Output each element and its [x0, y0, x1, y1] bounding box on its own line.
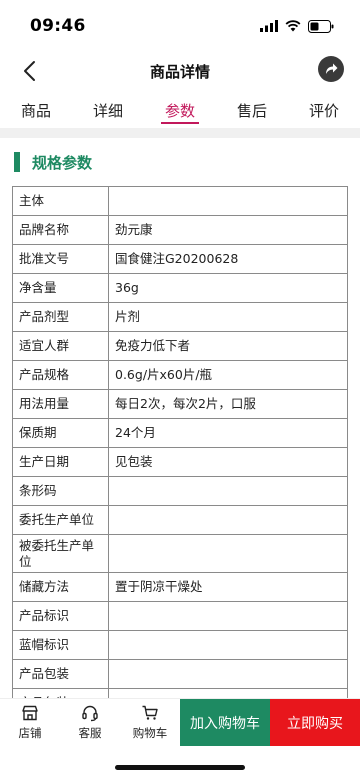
spec-value: 36g — [108, 273, 348, 303]
shopping-cart-icon — [142, 705, 158, 720]
tab-label: 详细 — [92, 102, 123, 120]
spec-value: 片剂 — [108, 302, 348, 332]
service-label: 客服 — [78, 726, 102, 740]
bottom-action-bar: 店铺 客服 购物车 加入购物车 立即购买 — [0, 698, 360, 746]
share-arrow-icon — [326, 63, 338, 74]
buy-now-button[interactable]: 立即购买 — [270, 699, 360, 746]
tab-specs[interactable]: 参数 — [144, 92, 216, 128]
spec-key: 主体 — [12, 186, 109, 216]
spec-card: 规格参数 主体 品牌名称 劲元康 批准文号 国食健注G20200628 净含量 36g 产品剂… — [0, 138, 360, 698]
store-button[interactable]: 店铺 — [0, 699, 60, 746]
cart-label: 购物车 — [132, 726, 168, 740]
spec-value: 24个月 — [108, 418, 348, 448]
tab-label: 售后 — [236, 102, 267, 120]
spec-value: 免疫力低下者 — [108, 331, 348, 361]
spec-key: 适宜人群 — [12, 331, 109, 361]
spec-row: 产品规格 0.6g/片x60片/瓶 — [12, 360, 348, 390]
spec-row: 生产日期 见包装 — [12, 447, 348, 477]
spec-key: 产品剂型 — [12, 302, 109, 332]
chevron-left-icon — [24, 61, 35, 81]
spec-row: 条形码 — [12, 476, 348, 506]
detail-tabs: 商品 详细 参数 售后 评价 — [0, 92, 360, 128]
status-time: 09:46 — [30, 16, 86, 36]
spec-key: 产品包装 — [12, 688, 109, 698]
tab-label: 商品 — [20, 102, 51, 120]
spec-row: 委托生产单位 — [12, 505, 348, 535]
spec-key: 保质期 — [12, 418, 109, 448]
spec-key: 条形码 — [12, 476, 109, 506]
tab-label: 评价 — [308, 102, 339, 120]
spec-row: 蓝帽标识 — [12, 630, 348, 660]
section-accent-bar — [14, 152, 20, 172]
share-button[interactable] — [318, 56, 344, 82]
spec-row: 批准文号 国食健注G20200628 — [12, 244, 348, 274]
battery-icon — [308, 19, 334, 33]
spec-value: 国食健注G20200628 — [108, 244, 348, 274]
spec-row: 品牌名称 劲元康 — [12, 215, 348, 245]
page-title: 商品详情 — [149, 62, 210, 81]
spec-value — [108, 186, 348, 216]
spec-row: 产品剂型 片剂 — [12, 302, 348, 332]
tab-after-sales[interactable]: 售后 — [216, 92, 288, 128]
wifi-icon — [285, 20, 301, 32]
spec-value — [108, 630, 348, 660]
spec-value — [108, 476, 348, 506]
section-title: 规格参数 — [32, 153, 93, 172]
spec-value: 劲元康 — [108, 215, 348, 245]
tab-reviews[interactable]: 评价 — [288, 92, 360, 128]
spec-value: 每日2次，每次2片，口服 — [108, 389, 348, 419]
spec-key: 蓝帽标识 — [12, 630, 109, 660]
spec-row: 适宜人群 免疫力低下者 — [12, 331, 348, 361]
status-icons — [260, 19, 334, 33]
spec-key: 批准文号 — [12, 244, 109, 274]
spec-row: 保质期 24个月 — [12, 418, 348, 448]
spec-row: 净含量 36g — [12, 273, 348, 303]
spec-key: 生产日期 — [12, 447, 109, 477]
spec-key: 净含量 — [12, 273, 109, 303]
spec-key: 被委托生产单位 — [12, 534, 109, 573]
spec-value — [108, 601, 348, 631]
add-to-cart-button[interactable]: 加入购物车 — [180, 699, 270, 746]
spec-key: 产品包装 — [12, 659, 109, 689]
spec-row: 产品包装 — [12, 659, 348, 689]
spec-value: 见包装 — [108, 447, 348, 477]
spec-value — [108, 534, 348, 573]
status-bar: 09:46 — [0, 0, 360, 52]
spec-row: 用法用量 每日2次，每次2片，口服 — [12, 389, 348, 419]
back-button[interactable] — [14, 56, 44, 86]
section-header: 规格参数 — [0, 138, 360, 186]
tab-active-underline — [161, 122, 199, 124]
spec-key: 产品规格 — [12, 360, 109, 390]
section-divider — [0, 128, 360, 138]
signal-icon — [260, 20, 278, 32]
spec-value: 置于阴凉干燥处 — [108, 572, 348, 602]
spec-row: 储藏方法 置于阴凉干燥处 — [12, 572, 348, 602]
spec-value: 0.6g/片x60片/瓶 — [108, 360, 348, 390]
spec-value — [108, 505, 348, 535]
spec-key: 产品标识 — [12, 601, 109, 631]
spec-row: 产品包装 — [12, 688, 348, 698]
spec-key: 品牌名称 — [12, 215, 109, 245]
store-label: 店铺 — [18, 726, 42, 740]
spec-row: 产品标识 — [12, 601, 348, 631]
home-indicator — [115, 765, 245, 770]
spec-value — [108, 659, 348, 689]
cart-button[interactable]: 购物车 — [120, 699, 180, 746]
spec-row: 被委托生产单位 — [12, 534, 348, 573]
customer-service-button[interactable]: 客服 — [60, 699, 120, 746]
headset-icon — [82, 705, 98, 722]
spec-key: 用法用量 — [12, 389, 109, 419]
spec-table: 主体 品牌名称 劲元康 批准文号 国食健注G20200628 净含量 36g 产品剂型 片剂 适宜… — [12, 186, 348, 698]
spec-key: 储藏方法 — [12, 572, 109, 602]
store-icon — [22, 705, 38, 721]
spec-value — [108, 688, 348, 698]
tab-details[interactable]: 详细 — [72, 92, 144, 128]
nav-bar: 商品详情 — [0, 52, 360, 90]
spec-key: 委托生产单位 — [12, 505, 109, 535]
spec-row: 主体 — [12, 186, 348, 216]
tab-product[interactable]: 商品 — [0, 92, 72, 128]
